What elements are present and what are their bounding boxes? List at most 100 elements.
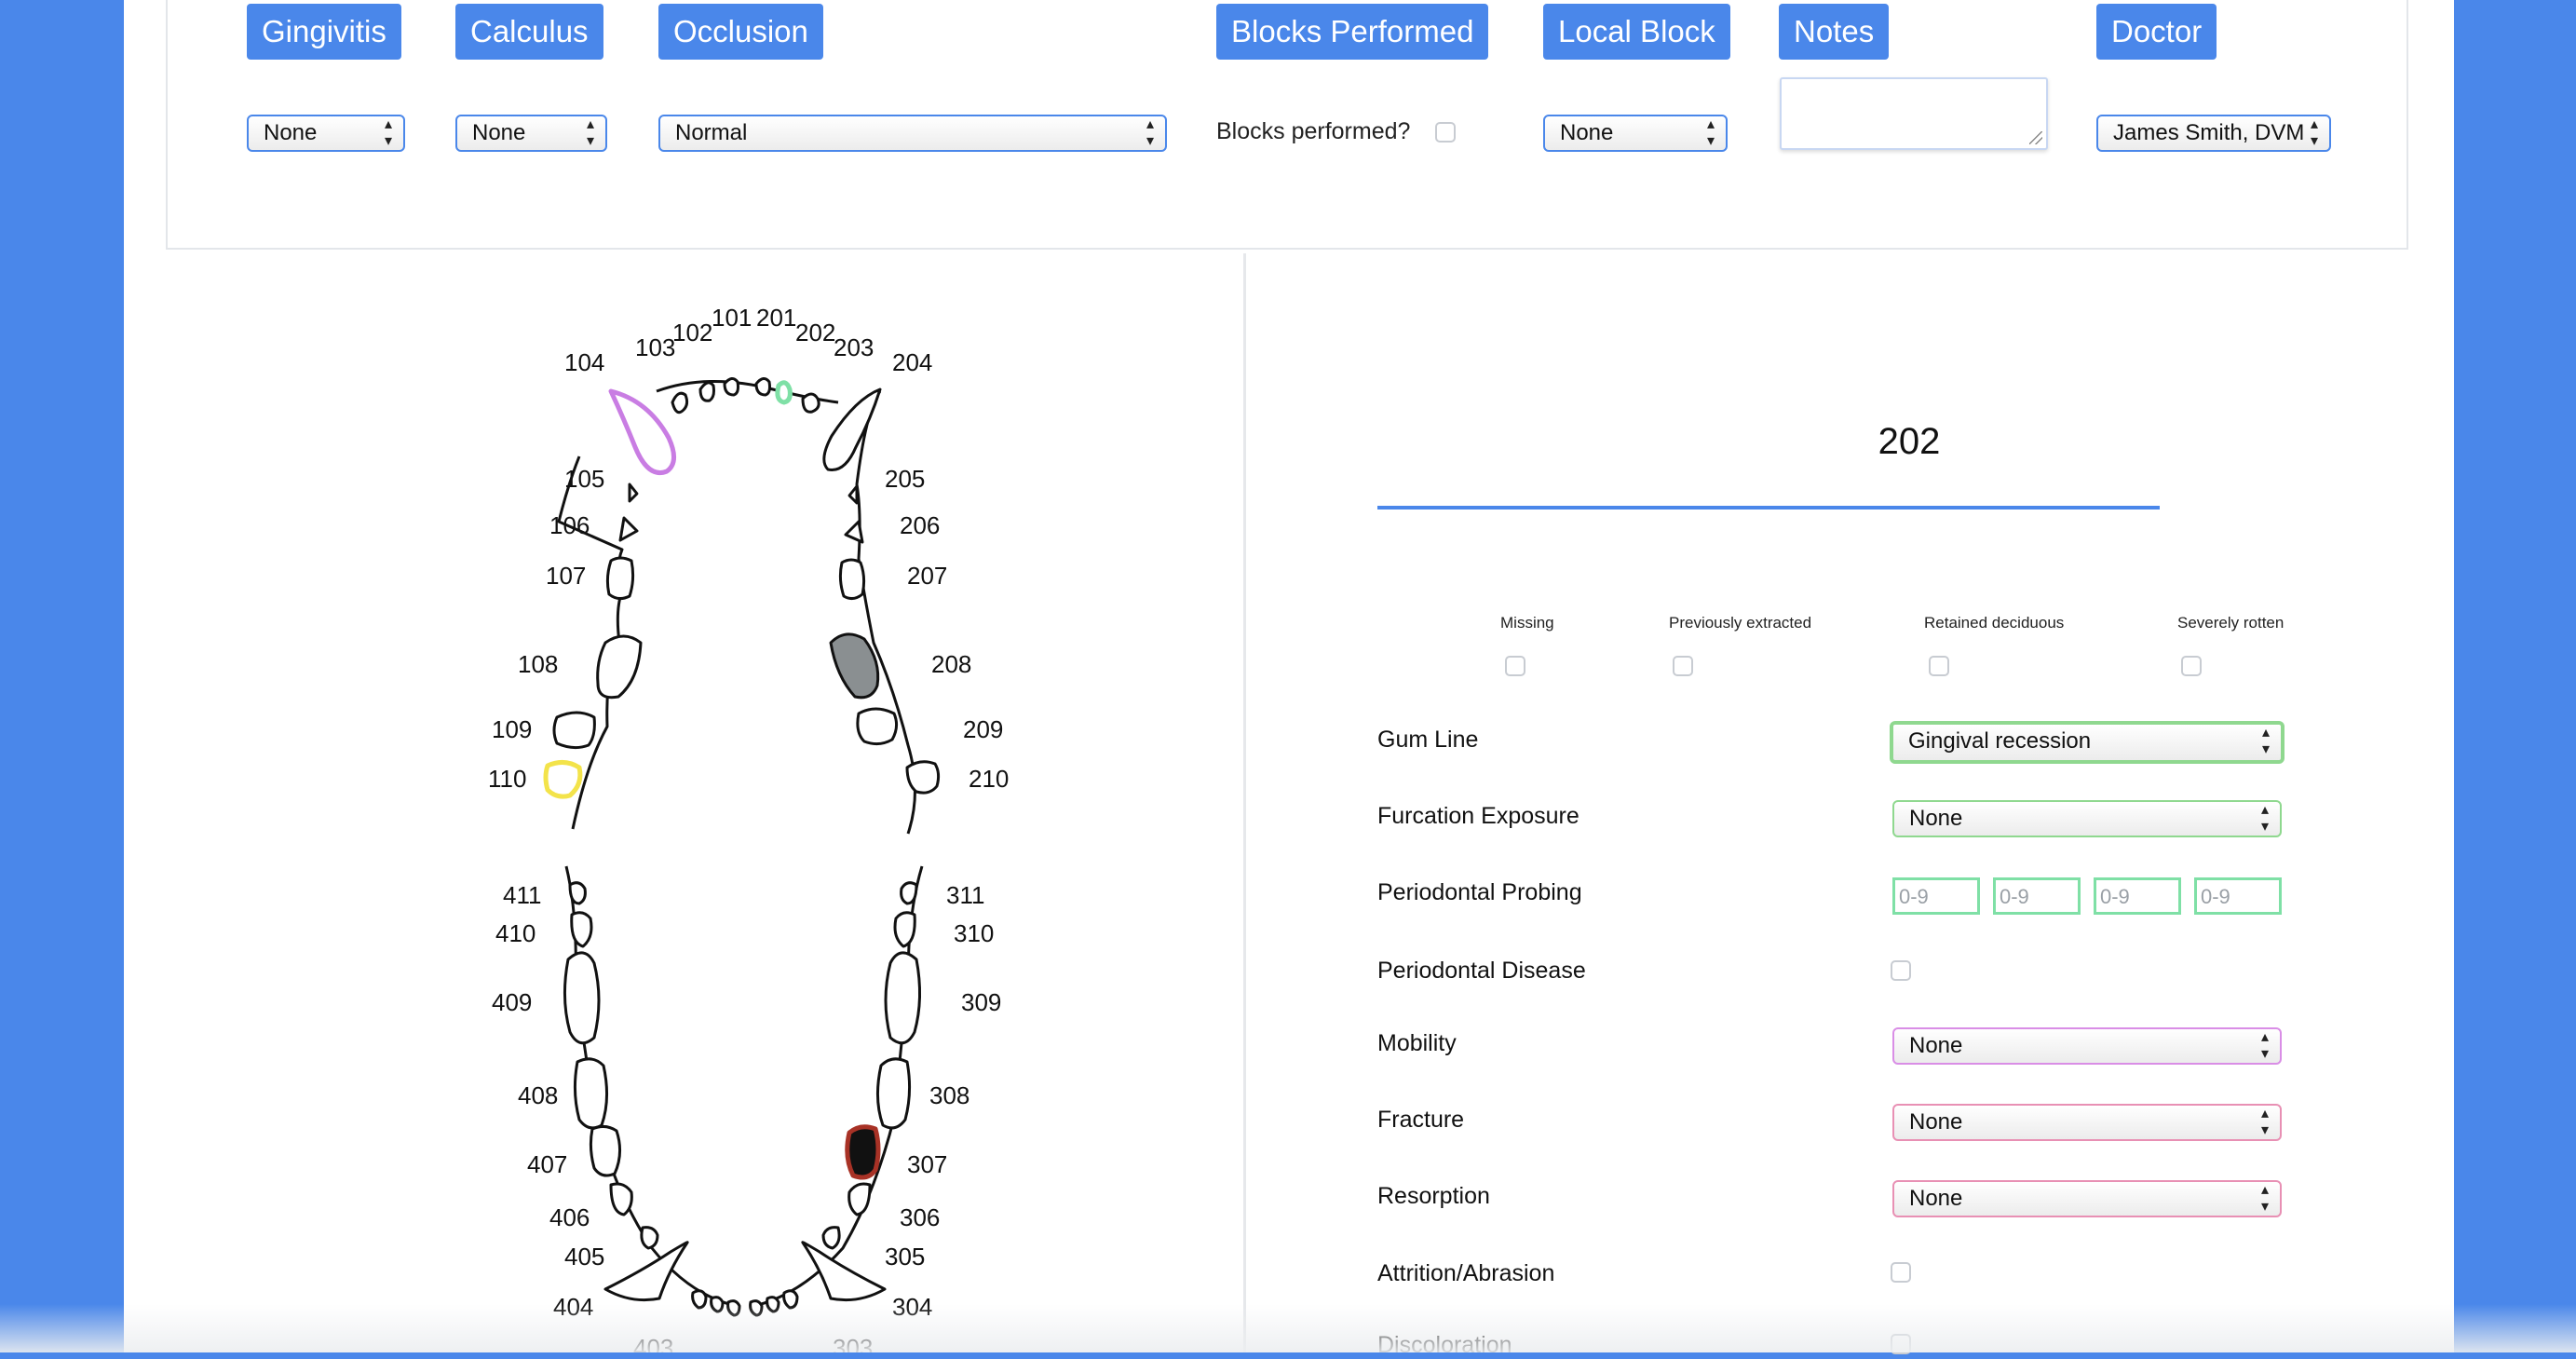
tooth-label: 108 — [518, 650, 558, 678]
blocks-performed-button[interactable]: Blocks Performed — [1216, 4, 1489, 60]
missing-checkbox[interactable] — [1505, 656, 1525, 676]
furcation-exposure-select[interactable]: None ▴ ▾ — [1892, 800, 2282, 837]
tooth-label: 202 — [795, 319, 835, 347]
tooth-label: 208 — [931, 650, 971, 678]
tooth-108[interactable] — [596, 634, 643, 700]
tooth-107[interactable] — [605, 556, 635, 601]
blocks-performed-checkbox[interactable] — [1435, 122, 1456, 143]
tooth-406[interactable] — [609, 1182, 633, 1216]
attrition-abrasion-checkbox[interactable] — [1891, 1262, 1911, 1283]
gingivitis-button[interactable]: Gingivitis — [247, 4, 401, 60]
tooth-label: 309 — [961, 988, 1001, 1016]
fracture-value: None — [1909, 1109, 1963, 1135]
tooth-104[interactable] — [608, 388, 676, 475]
local-block-select[interactable]: None ▴ ▾ — [1543, 115, 1728, 152]
tooth-409[interactable] — [563, 951, 601, 1045]
tooth-label: 206 — [900, 511, 940, 539]
selected-tooth-number: 202 — [1878, 421, 1941, 462]
occlusion-button[interactable]: Occlusion — [658, 4, 823, 60]
tooth-label: 308 — [929, 1081, 969, 1109]
probing-input-3[interactable]: 0-9 — [2094, 877, 2181, 915]
furcation-exposure-value: None — [1909, 806, 1963, 831]
notes-textarea[interactable] — [1780, 77, 2048, 150]
tooth-109[interactable] — [552, 711, 596, 750]
tooth-label: 411 — [503, 881, 541, 909]
tooth-308[interactable] — [875, 1057, 912, 1130]
gum-line-select[interactable]: Gingival recession ▴ ▾ — [1890, 721, 2285, 764]
tooth-407[interactable] — [589, 1124, 621, 1177]
tooth-label: 209 — [963, 715, 1003, 743]
tooth-203[interactable] — [801, 392, 820, 414]
tooth-311[interactable] — [900, 881, 918, 905]
tooth-206[interactable] — [844, 520, 864, 544]
tooth-label: 408 — [518, 1081, 558, 1109]
retained-deciduous-checkbox[interactable] — [1929, 656, 1949, 676]
tooth-210[interactable] — [905, 760, 941, 795]
severely-rotten-label: Severely rotten — [2177, 614, 2285, 632]
calculus-button[interactable]: Calculus — [455, 4, 603, 60]
dental-chart: 104 103 102 101 201 202 203 204 105 106 … — [488, 304, 1009, 1352]
tooth-label: 305 — [885, 1243, 925, 1271]
attrition-abrasion-label: Attrition/Abrasion — [1377, 1260, 1555, 1286]
chevron-updown-icon: ▴ ▾ — [2260, 1029, 2269, 1062]
panel-divider — [1243, 253, 1246, 1352]
tooth-205[interactable] — [847, 484, 859, 505]
tooth-label: 110 — [488, 765, 526, 793]
tooth-207[interactable] — [838, 558, 866, 601]
chevron-updown-icon: ▴ ▾ — [2261, 725, 2270, 757]
tooth-408[interactable] — [573, 1057, 609, 1130]
scroll-fade — [0, 1304, 2576, 1352]
tooth-110[interactable] — [543, 760, 583, 799]
tooth-306[interactable] — [847, 1182, 872, 1216]
tooth-309[interactable] — [884, 951, 922, 1045]
tooth-405[interactable] — [640, 1226, 659, 1250]
periodontal-disease-checkbox[interactable] — [1891, 960, 1911, 981]
mobility-select[interactable]: None ▴ ▾ — [1892, 1027, 2282, 1065]
probing-input-4[interactable]: 0-9 — [2194, 877, 2282, 915]
missing-label: Missing — [1500, 614, 1554, 632]
tooth-307[interactable] — [845, 1124, 881, 1180]
tooth-label: 311 — [946, 881, 984, 909]
tooth-305[interactable] — [821, 1226, 841, 1250]
doctor-select[interactable]: James Smith, DVM ▴ ▾ — [2096, 115, 2331, 152]
tooth-103[interactable] — [671, 391, 689, 414]
tooth-102[interactable] — [698, 381, 715, 402]
tooth-209[interactable] — [856, 707, 899, 746]
tooth-411[interactable] — [568, 881, 587, 905]
tooth-201[interactable] — [754, 377, 771, 397]
tooth-208[interactable] — [829, 632, 880, 700]
previously-extracted-checkbox[interactable] — [1673, 656, 1693, 676]
chevron-updown-icon: ▴ ▾ — [586, 116, 594, 149]
tooth-label: 203 — [834, 333, 874, 361]
tooth-101[interactable] — [723, 377, 739, 397]
tooth-310[interactable] — [893, 911, 916, 948]
tooth-label: 205 — [885, 465, 925, 493]
resorption-select[interactable]: None ▴ ▾ — [1892, 1180, 2282, 1217]
tooth-304[interactable] — [801, 1241, 887, 1302]
tooth-label: 105 — [564, 465, 604, 493]
retained-deciduous-label: Retained deciduous — [1924, 614, 2065, 632]
tooth-label: 103 — [635, 333, 675, 361]
probing-input-2[interactable]: 0-9 — [1993, 877, 2081, 915]
tooth-410[interactable] — [570, 911, 593, 948]
doctor-button[interactable]: Doctor — [2096, 4, 2217, 60]
tooth-202[interactable] — [775, 380, 793, 405]
fracture-label: Fracture — [1377, 1107, 1465, 1133]
local-block-button[interactable]: Local Block — [1543, 4, 1730, 60]
blocks-performed-label: Blocks performed? — [1216, 118, 1411, 144]
calculus-select[interactable]: None ▴ ▾ — [455, 115, 607, 152]
gingivitis-select[interactable]: None ▴ ▾ — [247, 115, 405, 152]
tooth-106[interactable] — [618, 516, 639, 542]
tooth-label: 310 — [954, 919, 994, 947]
tooth-label: 204 — [892, 348, 932, 376]
chevron-updown-icon: ▴ ▾ — [2260, 1106, 2269, 1138]
tooth-label: 405 — [564, 1243, 604, 1271]
resize-grip-icon[interactable] — [2029, 131, 2042, 144]
tooth-105[interactable] — [628, 482, 639, 503]
occlusion-select[interactable]: Normal ▴ ▾ — [658, 115, 1167, 152]
severely-rotten-checkbox[interactable] — [2181, 656, 2202, 676]
notes-button[interactable]: Notes — [1779, 4, 1890, 60]
fracture-select[interactable]: None ▴ ▾ — [1892, 1104, 2282, 1141]
calculus-value: None — [472, 120, 526, 145]
probing-input-1[interactable]: 0-9 — [1892, 877, 1980, 915]
